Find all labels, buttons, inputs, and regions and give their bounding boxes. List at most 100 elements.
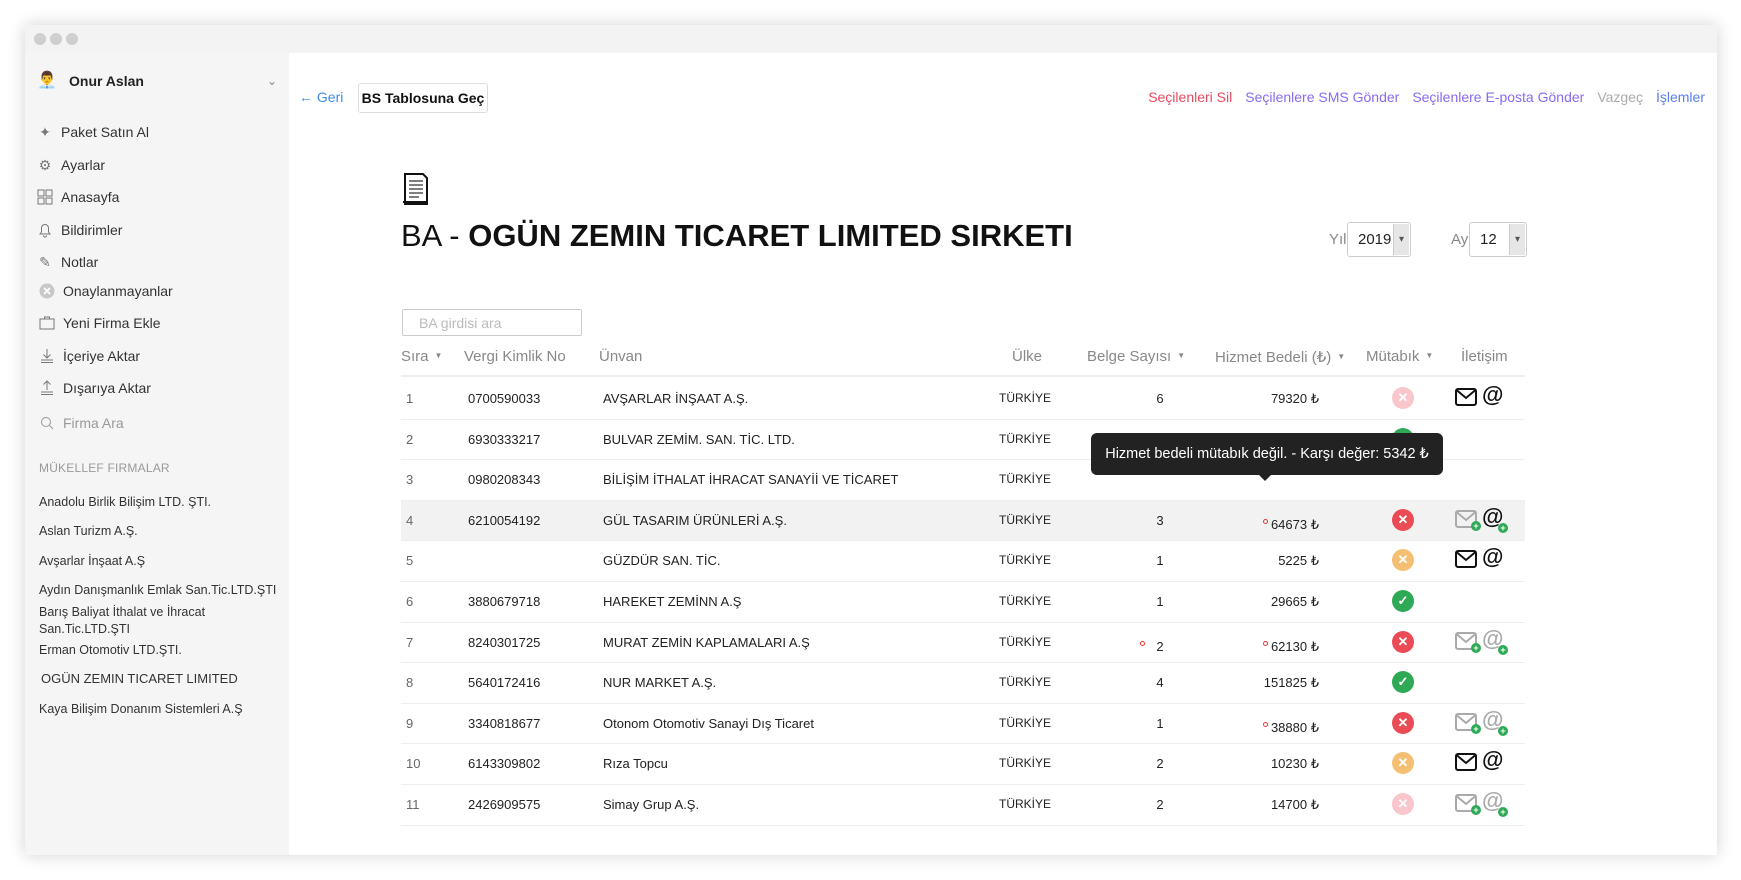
row-ulke: TÜRKİYE	[999, 634, 1052, 649]
table-row[interactable]: 4 6210054192 GÜL TASARIM ÜRÜNLERİ A.Ş. TÜRK…	[401, 500, 1525, 542]
table-row[interactable]: 1 0700590033 AVŞARLAR İNŞAAT A.Ş. TÜRKİYE 6 7…	[401, 379, 1525, 420]
row-index: 5	[406, 553, 414, 569]
operations-link[interactable]: İşlemler	[1656, 89, 1705, 105]
firm-item[interactable]: Erman Otomotiv LTD.ŞTI.	[39, 642, 279, 659]
year-select[interactable]: 2019 ▾	[1347, 222, 1411, 257]
x-circle-icon[interactable]: ✕	[1392, 630, 1414, 653]
col-unvan: Ünvan	[599, 348, 643, 365]
row-index: 4	[406, 512, 414, 528]
row-unvan: Rıza Topcu	[603, 756, 668, 772]
col-sira[interactable]: Sıra ▼	[401, 348, 442, 365]
at-sign-icon[interactable]: @ +	[1482, 627, 1508, 655]
col-mutabik[interactable]: Mütabık ▼	[1366, 348, 1433, 365]
firm-item[interactable]: Kaya Bilişim Donanım Sistemleri A.Ş	[39, 701, 279, 718]
firm-item[interactable]: Avşarlar İnşaat A.Ş	[39, 553, 279, 570]
delete-selected-link[interactable]: Seçilenleri Sil	[1148, 89, 1232, 105]
x-circle-icon[interactable]: ✕	[1392, 793, 1414, 815]
sidebar-item-label: Yeni Firma Ekle	[63, 315, 161, 331]
x-circle-icon[interactable]: ✕	[1392, 711, 1414, 734]
sidebar-item-iceriye-aktar[interactable]: İçeriye Aktar	[39, 345, 140, 367]
document-icon	[401, 171, 433, 215]
row-unvan: NUR MARKET A.Ş.	[603, 675, 717, 691]
window-maximize-dot[interactable]	[66, 33, 78, 45]
firm-item-active[interactable]: OGÜN ZEMIN TICARET LIMITED	[41, 670, 281, 687]
ba-search-input[interactable]	[402, 309, 582, 336]
table-row[interactable]: 11 2426909575 Simay Grup A.Ş. TÜRKİYE 2 14700…	[401, 785, 1525, 826]
year-label: Yıl	[1329, 231, 1347, 248]
chevron-down-icon: ▾	[1393, 224, 1409, 255]
table-row[interactable]: 6 3880679718 HAREKET ZEMİNN A.Ş TÜRKİYE 1 296…	[401, 582, 1525, 623]
user-menu[interactable]: 👨‍💼 Onur Aslan ⌄	[37, 69, 277, 93]
row-bedel: 151825 ₺	[1263, 675, 1319, 691]
sidebar-item-paket[interactable]: ✦ Paket Satın Al	[37, 121, 149, 143]
sidebar-item-bildirimler[interactable]: Bildirimler	[37, 219, 122, 241]
mail-icon[interactable]: +	[1455, 794, 1481, 815]
row-vkn: 5640172416	[468, 675, 541, 691]
cancel-link[interactable]: Vazgeç	[1597, 89, 1643, 105]
mail-icon[interactable]: +	[1455, 712, 1481, 734]
send-email-link[interactable]: Seçilenlere E-posta Gönder	[1412, 89, 1584, 105]
firm-item[interactable]: Anadolu Birlik Bilişim LTD. ŞTI.	[39, 494, 279, 511]
switch-bs-button[interactable]: BS Tablosuna Geç	[358, 83, 488, 113]
mail-icon[interactable]	[1455, 550, 1477, 569]
row-index: 6	[406, 594, 414, 609]
window-close-dot[interactable]	[34, 33, 46, 45]
send-sms-link[interactable]: Seçilenlere SMS Gönder	[1245, 89, 1399, 105]
title-bar	[25, 25, 1717, 53]
row-belge: 2	[1156, 756, 1164, 772]
table-row[interactable]: 9 3340818677 Otonom Otomotiv Sanayi Dış Ti…	[401, 704, 1525, 745]
firm-search-input[interactable]: Firma Ara	[39, 412, 124, 434]
x-circle-icon[interactable]: ✕	[1392, 508, 1414, 531]
sidebar-item-yeni-firma[interactable]: Yeni Firma Ekle	[39, 312, 161, 334]
at-sign-icon[interactable]: @	[1482, 546, 1504, 570]
sparkle-icon: ✦	[39, 123, 51, 140]
sidebar-item-label: Dışarıya Aktar	[63, 380, 151, 396]
page-title-prefix: BA -	[401, 218, 469, 253]
x-circle-icon	[39, 283, 55, 299]
sidebar-item-anasayfa[interactable]: Anasayfa	[37, 186, 119, 208]
col-bedel[interactable]: Hizmet Bedeli (₺) ▼	[1215, 348, 1345, 366]
col-belge[interactable]: Belge Sayısı ▼	[1087, 348, 1185, 365]
sidebar-item-notlar[interactable]: ✎ Notlar	[37, 251, 98, 273]
mismatch-dot-icon[interactable]	[1140, 640, 1145, 646]
firm-item[interactable]: Aslan Turizm A.Ş.	[39, 523, 279, 540]
table-row[interactable]: 5 GÜZDÜR SAN. TİC. TÜRKİYE 1 5225 ₺ ✕ @	[401, 541, 1525, 582]
mail-icon[interactable]	[1455, 753, 1477, 772]
mismatch-dot-icon[interactable]	[1263, 518, 1268, 524]
x-circle-icon[interactable]: ✕	[1392, 752, 1414, 775]
table-row[interactable]: 8 5640172416 NUR MARKET A.Ş. TÜRKİYE 4 151825…	[401, 663, 1525, 704]
mismatch-dot-icon[interactable]	[1263, 721, 1268, 727]
x-circle-icon[interactable]: ✕	[1392, 549, 1414, 572]
at-sign-icon[interactable]: @ +	[1482, 708, 1508, 736]
row-index: 8	[406, 675, 414, 691]
mail-icon[interactable]: +	[1455, 631, 1481, 653]
row-ulke: TÜRKİYE	[999, 472, 1052, 487]
mismatch-dot-icon[interactable]	[1263, 640, 1268, 646]
at-sign-icon[interactable]: @	[1482, 749, 1504, 773]
user-name: Onur Aslan	[69, 73, 144, 89]
sidebar-item-ayarlar[interactable]: ⚙ Ayarlar	[37, 154, 105, 176]
at-sign-icon[interactable]: @ +	[1482, 505, 1508, 533]
back-link[interactable]: ← Geri	[299, 89, 343, 105]
sidebar-item-disariya-aktar[interactable]: Dışarıya Aktar	[39, 377, 151, 399]
check-circle-icon[interactable]: ✓	[1392, 590, 1414, 612]
window-minimize-dot[interactable]	[50, 33, 62, 45]
mail-icon[interactable]	[1455, 388, 1477, 406]
sort-caret-icon: ▼	[1425, 351, 1434, 360]
mail-icon[interactable]: +	[1455, 509, 1481, 531]
col-vkn: Vergi Kimlik No	[464, 348, 566, 365]
check-circle-icon[interactable]: ✓	[1392, 671, 1414, 694]
main-content: ← Geri BS Tablosuna Geç Seçilenleri Sil …	[289, 53, 1717, 855]
firm-item[interactable]: Barış Baliyat İthalat ve İhracat San.Tic…	[39, 604, 239, 638]
row-unvan: MURAT ZEMİN KAPLAMALARI A.Ş	[603, 634, 810, 650]
at-sign-icon[interactable]: @	[1482, 384, 1504, 408]
firm-item[interactable]: Aydın Danışmanlık Emlak San.Tic.LTD.ŞTI	[39, 582, 279, 599]
row-unvan: HAREKET ZEMİNN A.Ş	[603, 594, 742, 609]
table-row[interactable]: 7 8240301725 MURAT ZEMİN KAPLAMALARI A.Ş TÜ…	[401, 623, 1525, 664]
x-circle-icon[interactable]: ✕	[1392, 387, 1414, 409]
sidebar-item-onaylanmayanlar[interactable]: Onaylanmayanlar	[39, 280, 173, 302]
chevron-down-icon[interactable]: ⌄	[267, 74, 277, 88]
at-sign-icon[interactable]: @ +	[1482, 790, 1508, 817]
table-row[interactable]: 10 6143309802 Rıza Topcu TÜRKİYE 2 10230 ₺ ✕ @	[401, 744, 1525, 785]
month-select[interactable]: 12 ▾	[1469, 222, 1527, 257]
